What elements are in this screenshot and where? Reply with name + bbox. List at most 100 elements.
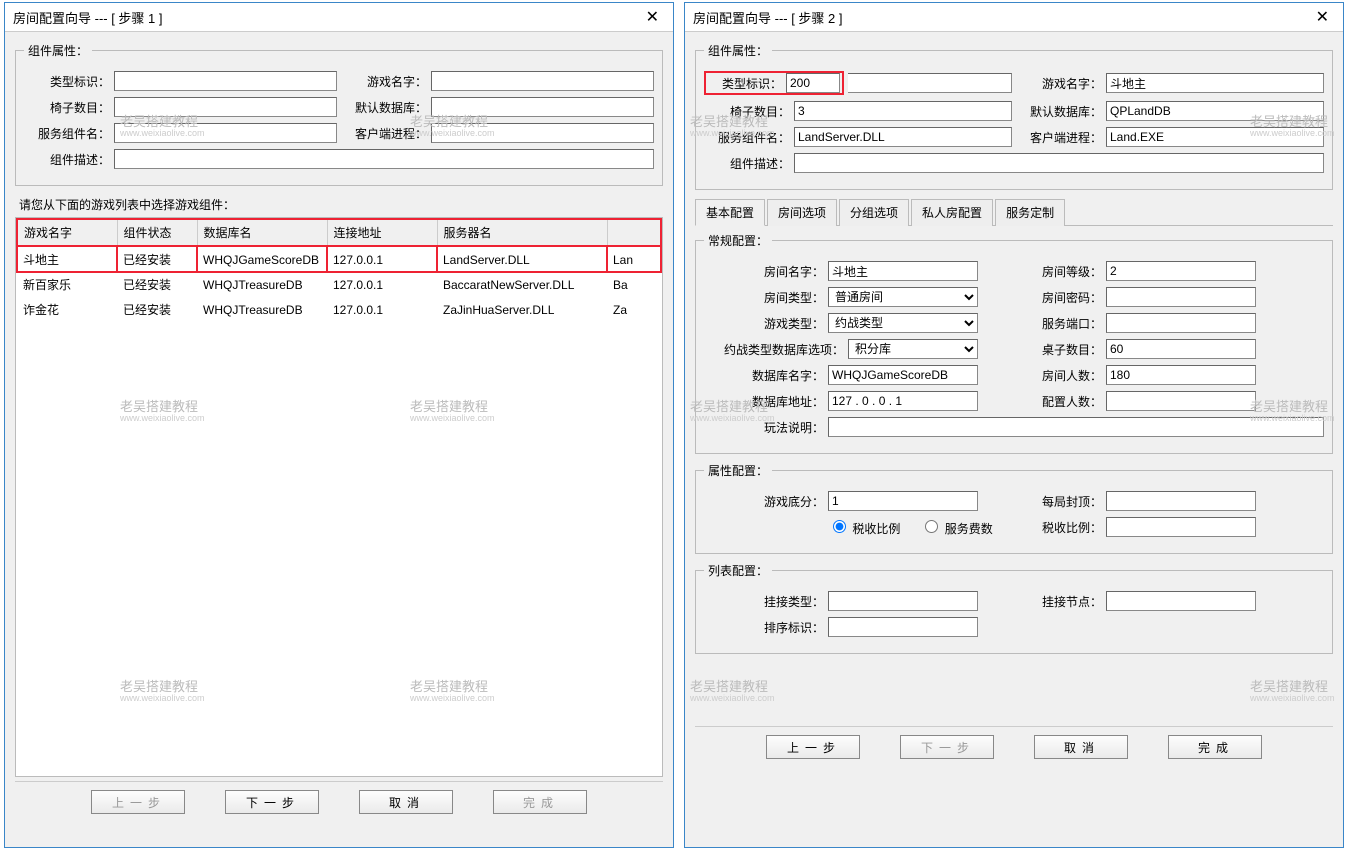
input-tax-ratio[interactable]: [1106, 517, 1256, 537]
lbl-mount-type: 挂接类型：: [704, 593, 824, 610]
input-room-name[interactable]: [828, 261, 978, 281]
lbl-client-1: 客户端进程：: [341, 125, 427, 142]
game-list-grid[interactable]: 游戏名字 组件状态 数据库名 连接地址 服务器名 斗地主已经安装WHQJGame…: [15, 217, 663, 777]
tab-room-opts[interactable]: 房间选项: [767, 199, 837, 226]
input-room-pwd[interactable]: [1106, 287, 1256, 307]
tab-private[interactable]: 私人房配置: [911, 199, 993, 226]
input-cap[interactable]: [1106, 491, 1256, 511]
col-addr[interactable]: 连接地址: [327, 219, 437, 246]
tab-basic[interactable]: 基本配置: [695, 199, 765, 226]
input-base-score[interactable]: [828, 491, 978, 511]
prev-button-1[interactable]: 上一步: [91, 790, 185, 814]
dialog-step2: 房间配置向导 --- [ 步骤 2 ] ✕ 组件属性： 类型标识： 游戏名字：: [684, 2, 1344, 848]
next-button-2[interactable]: 下一步: [900, 735, 994, 759]
lbl-db-opt: 约战类型数据库选项：: [704, 341, 844, 358]
titlebar-2: 房间配置向导 --- [ 步骤 2 ] ✕: [685, 3, 1343, 32]
lbl-game-type: 游戏类型：: [704, 315, 824, 332]
table-row[interactable]: 诈金花已经安装WHQJTreasureDB127.0.0.1ZaJinHuaSe…: [17, 297, 661, 322]
input-room-people[interactable]: [1106, 365, 1256, 385]
finish-button-1[interactable]: 完成: [493, 790, 587, 814]
input-chair-1[interactable]: [114, 97, 337, 117]
input-rule[interactable]: [828, 417, 1324, 437]
select-game-type[interactable]: 约战类型: [828, 313, 978, 333]
col-server[interactable]: 服务器名: [437, 219, 607, 246]
input-type-id-2b: [848, 73, 1012, 93]
radio-tax-ratio[interactable]: 税收比例: [828, 517, 900, 537]
lbl-cap: 每局封顶：: [1016, 493, 1102, 510]
lbl-defaultdb-2: 默认数据库：: [1016, 103, 1102, 120]
general-config-group: 常规配置： 房间名字： 房间等级： 房间类型：普通房间 房间密码： 游戏类型：约…: [695, 232, 1333, 454]
lbl-chair-2: 椅子数目：: [704, 103, 790, 120]
lbl-rule: 玩法说明：: [704, 419, 824, 436]
radio-fee[interactable]: 服务费数: [920, 517, 992, 537]
input-type-id-1[interactable]: [114, 71, 337, 91]
col-extra[interactable]: [607, 219, 661, 246]
input-desc-2[interactable]: [794, 153, 1324, 173]
input-module-1[interactable]: [114, 123, 337, 143]
lbl-module-2: 服务组件名：: [704, 129, 790, 146]
lbl-room-level: 房间等级：: [1016, 263, 1102, 280]
group-legend-1: 组件属性：: [24, 42, 92, 59]
input-type-id-2[interactable]: [786, 73, 840, 93]
input-client-1[interactable]: [431, 123, 654, 143]
lbl-sort-id: 排序标识：: [704, 619, 824, 636]
input-table-count[interactable]: [1106, 339, 1256, 359]
lbl-defaultdb-1: 默认数据库：: [341, 99, 427, 116]
cancel-button-1[interactable]: 取消: [359, 790, 453, 814]
input-defaultdb-2[interactable]: [1106, 101, 1324, 121]
input-chair-2[interactable]: [794, 101, 1012, 121]
input-sort-id[interactable]: [828, 617, 978, 637]
lbl-type-id-1: 类型标识：: [24, 73, 110, 90]
lbl-cfg-people: 配置人数：: [1016, 393, 1102, 410]
input-desc-1[interactable]: [114, 149, 654, 169]
select-db-opt[interactable]: 积分库: [848, 339, 978, 359]
input-module-2[interactable]: [794, 127, 1012, 147]
lbl-room-people: 房间人数：: [1016, 367, 1102, 384]
next-button-1[interactable]: 下一步: [225, 790, 319, 814]
titlebar-1: 房间配置向导 --- [ 步骤 1 ] ✕: [5, 3, 673, 32]
lbl-module-1: 服务组件名：: [24, 125, 110, 142]
tab-group-opts[interactable]: 分组选项: [839, 199, 909, 226]
instruction-text: 请您从下面的游戏列表中选择游戏组件：: [19, 196, 663, 213]
col-status[interactable]: 组件状态: [117, 219, 197, 246]
button-bar-1: 上一步 下一步 取消 完成: [15, 781, 663, 818]
close-icon[interactable]: ✕: [640, 7, 665, 27]
lbl-client-2: 客户端进程：: [1016, 129, 1102, 146]
group-legend-2: 组件属性：: [704, 42, 772, 59]
input-defaultdb-1[interactable]: [431, 97, 654, 117]
table-row[interactable]: 新百家乐已经安装WHQJTreasureDB127.0.0.1BaccaratN…: [17, 272, 661, 297]
lbl-svc-port: 服务端口：: [1016, 315, 1102, 332]
lbl-mount-node: 挂接节点：: [1016, 593, 1102, 610]
input-db-name[interactable]: [828, 365, 978, 385]
input-client-2[interactable]: [1106, 127, 1324, 147]
general-legend: 常规配置：: [704, 232, 772, 249]
input-game-name-2[interactable]: [1106, 73, 1324, 93]
tab-service[interactable]: 服务定制: [995, 199, 1065, 226]
lbl-desc-2: 组件描述：: [704, 155, 790, 172]
lbl-table-count: 桌子数目：: [1016, 341, 1102, 358]
input-mount-type[interactable]: [828, 591, 978, 611]
cancel-button-2[interactable]: 取消: [1034, 735, 1128, 759]
lbl-db-name: 数据库名字：: [704, 367, 824, 384]
close-icon[interactable]: ✕: [1310, 7, 1335, 27]
col-game-name[interactable]: 游戏名字: [17, 219, 117, 246]
table-row[interactable]: 斗地主已经安装WHQJGameScoreDB127.0.0.1LandServe…: [17, 246, 661, 272]
lbl-db-addr: 数据库地址：: [704, 393, 824, 410]
input-room-level[interactable]: [1106, 261, 1256, 281]
attr-config-group: 属性配置： 游戏底分： 每局封顶： 税收比例 服务费数 税收比例：: [695, 462, 1333, 554]
finish-button-2[interactable]: 完成: [1168, 735, 1262, 759]
lbl-base-score: 游戏底分：: [704, 493, 824, 510]
input-game-name-1[interactable]: [431, 71, 654, 91]
component-attr-group-1: 组件属性： 类型标识： 游戏名字： 椅子数目： 默认数据库：: [15, 42, 663, 186]
lbl-room-pwd: 房间密码：: [1016, 289, 1102, 306]
select-room-type[interactable]: 普通房间: [828, 287, 978, 307]
lbl-chair-1: 椅子数目：: [24, 99, 110, 116]
input-svc-port[interactable]: [1106, 313, 1256, 333]
prev-button-2[interactable]: 上一步: [766, 735, 860, 759]
tab-strip: 基本配置 房间选项 分组选项 私人房配置 服务定制: [695, 198, 1333, 226]
input-mount-node[interactable]: [1106, 591, 1256, 611]
input-db-addr[interactable]: [828, 391, 978, 411]
lbl-tax-ratio: 税收比例：: [1016, 519, 1102, 536]
col-db[interactable]: 数据库名: [197, 219, 327, 246]
input-cfg-people[interactable]: [1106, 391, 1256, 411]
